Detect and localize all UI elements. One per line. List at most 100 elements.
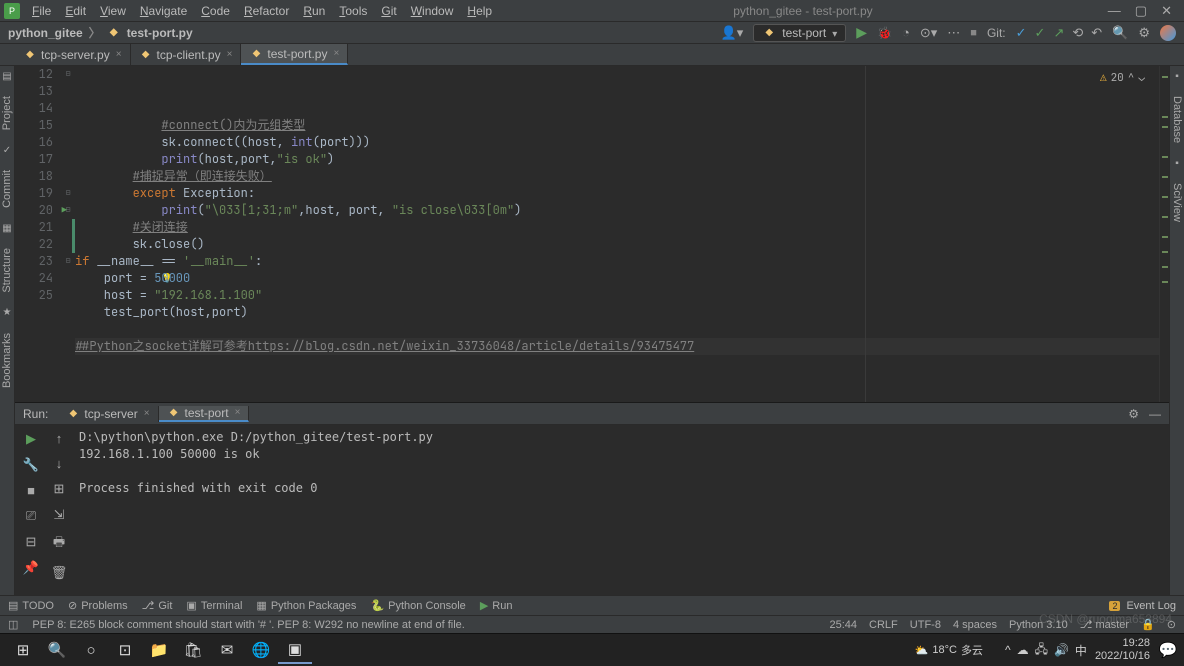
run-tab[interactable]: tcp-server× bbox=[58, 406, 158, 422]
print-icon[interactable]: 🖶 bbox=[53, 533, 65, 555]
push-icon[interactable]: ↗ bbox=[1053, 25, 1064, 41]
run-hide-icon[interactable]: — bbox=[1149, 407, 1161, 421]
pycharm-icon[interactable]: ▣ bbox=[278, 636, 312, 664]
run-tab[interactable]: test-port× bbox=[159, 406, 250, 422]
editor-tab[interactable]: tcp-server.py× bbox=[15, 44, 131, 65]
layout-icon[interactable]: ⊟ bbox=[26, 534, 37, 550]
pause-icon[interactable]: ■ bbox=[27, 483, 35, 498]
commit-tool-icon[interactable]: ✓ bbox=[1, 144, 13, 156]
mail-icon[interactable]: ✉ bbox=[210, 636, 244, 664]
network-icon[interactable]: 🖧 bbox=[1035, 640, 1048, 661]
minimize-icon[interactable]: — bbox=[1108, 3, 1121, 19]
sciview-tool-label[interactable]: SciView bbox=[1171, 181, 1183, 224]
close-tab-icon[interactable]: × bbox=[235, 407, 241, 418]
maximize-icon[interactable]: ▢ bbox=[1135, 3, 1147, 19]
soft-wrap-icon[interactable]: ⊞ bbox=[54, 481, 65, 497]
menu-git[interactable]: Git bbox=[375, 2, 402, 20]
edge-icon[interactable]: 🌐 bbox=[244, 636, 278, 664]
tray-chevron-icon[interactable]: ^ bbox=[1005, 643, 1011, 657]
settings-icon[interactable]: ⚙ bbox=[1138, 25, 1150, 41]
pin-icon[interactable]: 📌 bbox=[23, 560, 39, 576]
status-icon[interactable]: ◫ bbox=[8, 618, 18, 631]
search-icon[interactable]: 🔍 bbox=[40, 636, 74, 664]
up-stack-icon[interactable]: ↑ bbox=[56, 431, 63, 446]
run-with-coverage-icon[interactable]: ◔ bbox=[902, 25, 910, 40]
menu-tools[interactable]: Tools bbox=[333, 2, 373, 20]
debug-button[interactable]: 🐞 bbox=[877, 26, 892, 40]
commit-tool-label[interactable]: Commit bbox=[1, 168, 13, 210]
sciview-tool-icon[interactable]: ▪ bbox=[1171, 157, 1183, 169]
line-separator[interactable]: CRLF bbox=[869, 619, 898, 631]
caret-position[interactable]: 25:44 bbox=[830, 619, 858, 631]
memory-icon[interactable]: ⊙ bbox=[1167, 618, 1176, 631]
more-run-icon[interactable]: ⋯ bbox=[947, 25, 960, 41]
indent-info[interactable]: 4 spaces bbox=[953, 619, 997, 631]
gutter[interactable]: 121314151617181920▶21222324💡25 bbox=[15, 66, 61, 402]
menu-help[interactable]: Help bbox=[461, 2, 498, 20]
bookmarks-tool-label[interactable]: Bookmarks bbox=[1, 331, 13, 390]
search-icon[interactable]: 🔍 bbox=[1112, 25, 1128, 41]
run-button[interactable]: ▶ bbox=[856, 24, 867, 41]
volume-icon[interactable]: 🔊 bbox=[1054, 643, 1069, 657]
run-settings-icon[interactable]: ⚙ bbox=[1128, 407, 1139, 421]
run-config-selector[interactable]: test-port bbox=[753, 24, 846, 42]
error-stripe[interactable] bbox=[1159, 66, 1169, 402]
editor-tab[interactable]: test-port.py× bbox=[241, 44, 348, 65]
code-editor[interactable]: 121314151617181920▶21222324💡25 ⊟⊟⊟⊟ #con… bbox=[15, 66, 1169, 402]
bottom-todo[interactable]: ▤TODO bbox=[8, 599, 54, 612]
user-icon[interactable]: 👤▾ bbox=[721, 25, 744, 41]
lock-icon[interactable]: 🔒 bbox=[1141, 618, 1155, 631]
stop-button[interactable]: ■ bbox=[970, 27, 977, 39]
notifications-icon[interactable]: 💬 bbox=[1158, 636, 1178, 664]
close-tab-icon[interactable]: × bbox=[144, 408, 150, 419]
menu-file[interactable]: File bbox=[26, 2, 57, 20]
down-stack-icon[interactable]: ↓ bbox=[56, 456, 63, 471]
rollback-icon[interactable]: ↶ bbox=[1091, 25, 1102, 41]
bottom-python-packages[interactable]: ▦Python Packages bbox=[256, 599, 356, 612]
bottom-python-console[interactable]: 🐍Python Console bbox=[370, 599, 465, 612]
bookmarks-tool-icon[interactable]: ★ bbox=[1, 307, 13, 319]
breadcrumb-file[interactable]: test-port.py bbox=[127, 26, 193, 40]
commit-icon[interactable]: ✓ bbox=[1035, 25, 1046, 41]
bottom-git[interactable]: ⎇Git bbox=[142, 599, 173, 612]
restart-icon[interactable]: ⎚ bbox=[26, 508, 36, 524]
interpreter-info[interactable]: Python 3.10 bbox=[1009, 619, 1068, 631]
project-tool-icon[interactable]: ▤ bbox=[1, 70, 13, 82]
structure-tool-label[interactable]: Structure bbox=[1, 246, 13, 295]
database-tool-icon[interactable]: ▪ bbox=[1171, 70, 1183, 82]
menu-window[interactable]: Window bbox=[405, 2, 460, 20]
menu-edit[interactable]: Edit bbox=[59, 2, 92, 20]
run-gutter-icon[interactable]: ▶ bbox=[62, 202, 67, 219]
onedrive-icon[interactable]: ☁ bbox=[1017, 643, 1029, 657]
store-icon[interactable]: 🛍 bbox=[176, 636, 210, 664]
rerun-icon[interactable]: ▶ bbox=[26, 431, 36, 447]
cortana-icon[interactable]: ○ bbox=[74, 636, 108, 664]
menu-navigate[interactable]: Navigate bbox=[134, 2, 193, 20]
update-project-icon[interactable]: ✓ bbox=[1016, 25, 1027, 41]
editor-tab[interactable]: tcp-client.py× bbox=[131, 44, 242, 65]
database-tool-label[interactable]: Database bbox=[1171, 94, 1183, 145]
explorer-icon[interactable]: 📁 bbox=[142, 636, 176, 664]
avatar[interactable] bbox=[1160, 25, 1176, 41]
console-output[interactable]: D:\python\python.exe D:/python_gitee/tes… bbox=[71, 425, 1169, 595]
file-encoding[interactable]: UTF-8 bbox=[910, 619, 941, 631]
bottom-run[interactable]: ▶Run bbox=[480, 599, 513, 612]
ime-indicator[interactable]: 中 bbox=[1075, 642, 1087, 659]
bottom-problems[interactable]: ⊘Problems bbox=[68, 599, 128, 612]
stop-icon[interactable]: 🔧 bbox=[23, 457, 39, 473]
menu-run[interactable]: Run bbox=[297, 2, 331, 20]
scroll-end-icon[interactable]: ⇲ bbox=[54, 507, 65, 523]
close-tab-icon[interactable]: × bbox=[333, 48, 339, 59]
weather-widget[interactable]: ⛅ 18°C 多云 bbox=[915, 642, 983, 658]
menu-refactor[interactable]: Refactor bbox=[238, 2, 295, 20]
breadcrumb-project[interactable]: python_gitee bbox=[8, 26, 83, 40]
event-log-button[interactable]: Event Log bbox=[1126, 600, 1176, 612]
inspection-widget[interactable]: ⚠ 20 ^ ⌄ bbox=[1100, 70, 1145, 87]
history-icon[interactable]: ⟲ bbox=[1072, 25, 1083, 41]
profile-icon[interactable]: ⊙▾ bbox=[920, 25, 937, 41]
task-view-icon[interactable]: ⊡ bbox=[108, 636, 142, 664]
menu-view[interactable]: View bbox=[94, 2, 132, 20]
menu-code[interactable]: Code bbox=[195, 2, 236, 20]
close-tab-icon[interactable]: × bbox=[116, 49, 122, 60]
close-icon[interactable]: ✕ bbox=[1161, 3, 1172, 19]
